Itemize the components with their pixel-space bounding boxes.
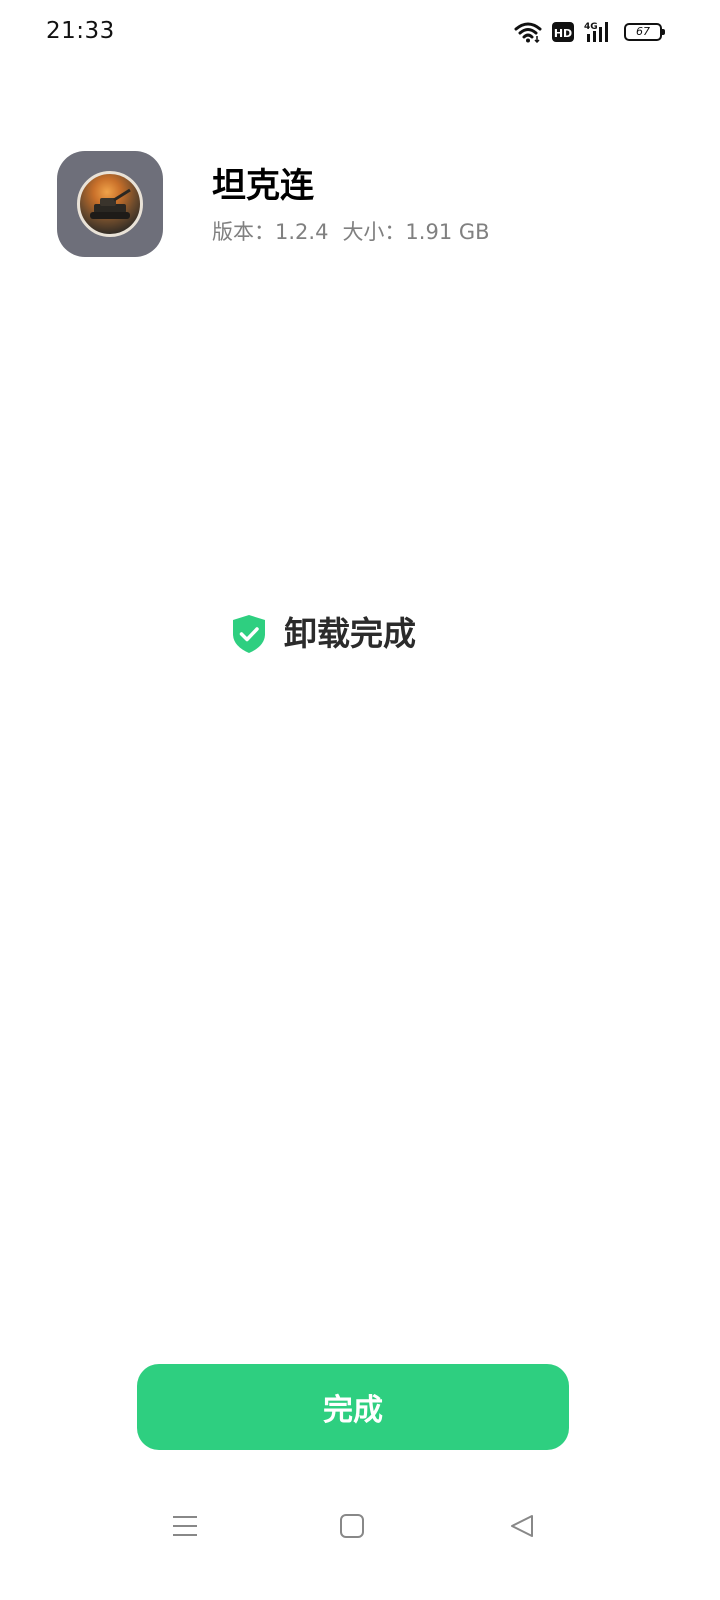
shield-check-icon bbox=[232, 614, 266, 654]
hd-voice-icon: HD bbox=[552, 22, 574, 42]
menu-icon[interactable] bbox=[169, 1510, 201, 1542]
network-label: 4G bbox=[584, 22, 598, 32]
tank-game-app-icon bbox=[57, 151, 163, 257]
home-icon[interactable] bbox=[336, 1510, 368, 1542]
battery-icon: 67 bbox=[624, 23, 665, 41]
status-icons: HD 4G 67 bbox=[514, 18, 665, 46]
app-version: 版本：1.2.4 bbox=[212, 220, 329, 244]
uninstall-complete-text: 卸载完成 bbox=[284, 614, 416, 653]
battery-level: 67 bbox=[636, 25, 650, 38]
signal-4g-icon: 4G bbox=[584, 20, 614, 44]
navigation-bar bbox=[0, 1490, 720, 1560]
done-button[interactable]: 完成 bbox=[137, 1364, 569, 1450]
status-time: 21:33 bbox=[46, 18, 115, 44]
hd-label: HD bbox=[554, 27, 572, 40]
app-icon-image bbox=[77, 171, 143, 237]
app-meta: 版本：1.2.4 大小：1.91 GB bbox=[212, 218, 490, 246]
app-size: 大小：1.91 GB bbox=[342, 220, 490, 244]
status-bar: 21:33 HD 4G 67 bbox=[0, 0, 720, 64]
uninstall-result: 卸载完成 bbox=[232, 612, 416, 656]
app-name: 坦克连 bbox=[212, 166, 314, 206]
back-icon[interactable] bbox=[506, 1510, 538, 1542]
wifi-icon bbox=[514, 21, 542, 43]
